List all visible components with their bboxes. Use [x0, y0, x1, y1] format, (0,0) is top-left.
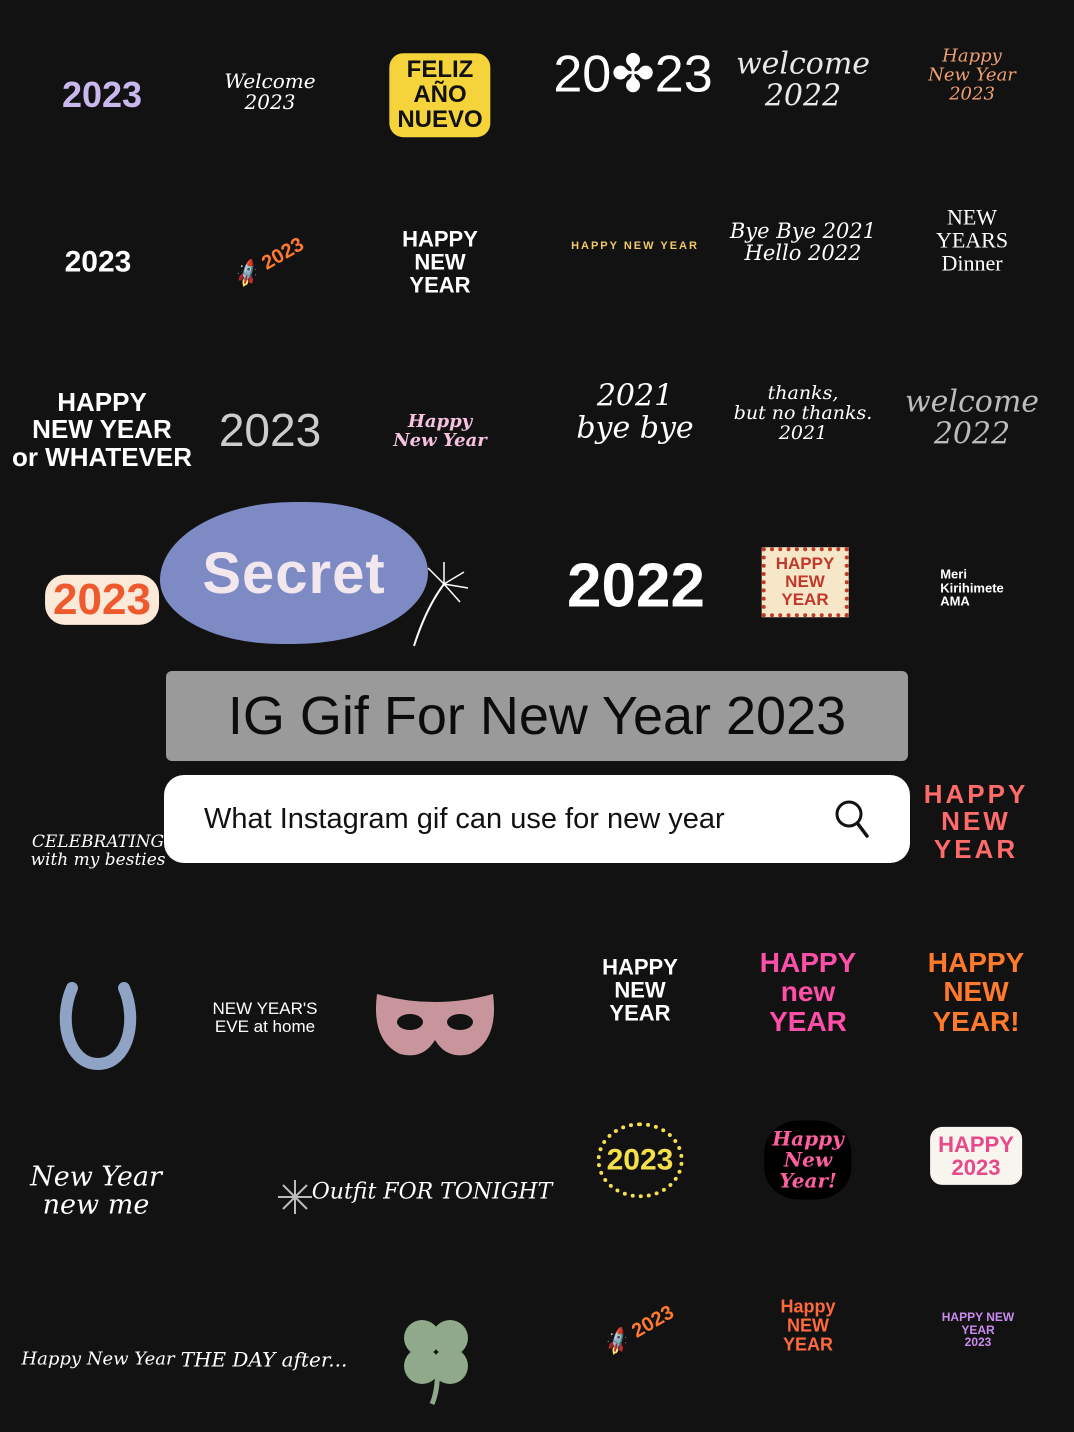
search-icon[interactable] — [834, 799, 870, 839]
clover-icon[interactable] — [396, 1316, 476, 1406]
firework-icon — [278, 1180, 312, 1214]
search-bar[interactable]: What Instagram gif can use for new year — [164, 775, 910, 863]
sticker[interactable]: 2022 — [567, 553, 705, 618]
page-title: IG Gif For New Year 2023 — [166, 671, 908, 761]
sticker[interactable]: Happy New Year 2023 — [921, 47, 1023, 105]
sticker[interactable]: HAPPY NEW YEAR — [924, 780, 1029, 863]
sticker[interactable]: HAPPY NEW YEAR — [402, 227, 478, 296]
sticker[interactable]: HAPPY NEW YEAR — [602, 955, 678, 1024]
sticker[interactable]: Happy New Year! — [764, 1120, 852, 1200]
sticker[interactable]: CELEBRATING with my besties — [30, 833, 165, 870]
sticker[interactable]: THE DAY after... — [181, 1349, 348, 1371]
secret-bubble: Secret — [160, 502, 428, 644]
sticker[interactable]: Happy New Year — [21, 1350, 174, 1370]
search-query[interactable]: What Instagram gif can use for new year — [204, 803, 834, 836]
sticker[interactable]: 2023 — [45, 574, 159, 626]
sticker[interactable]: Happy New Year — [393, 412, 487, 451]
sticker[interactable]: Outfit FOR TONIGHT — [312, 1180, 553, 1203]
sticker[interactable]: Meri Kirihimete AMA — [940, 567, 1004, 609]
sticker[interactable]: 2023 — [219, 406, 321, 455]
title-text: IG Gif For New Year 2023 — [227, 686, 847, 746]
sticker[interactable]: Happy NEW YEAR — [780, 1297, 835, 1355]
sticker[interactable]: Welcome 2023 — [224, 71, 315, 113]
sticker[interactable]: HAPPY NEW YEAR or WHATEVER — [12, 388, 192, 471]
sticker[interactable]: Bye Bye 2021 Hello 2022 — [730, 220, 876, 264]
sticker[interactable]: 2021 bye bye — [576, 380, 693, 444]
sticker[interactable]: 2023 — [62, 76, 142, 114]
sticker[interactable]: HAPPY NEW YEAR — [761, 547, 849, 617]
sticker[interactable]: New Year new me — [30, 1163, 162, 1221]
sticker[interactable]: 2023 — [65, 246, 132, 278]
horseshoe-icon[interactable] — [58, 980, 138, 1070]
sticker[interactable]: HAPPY NEW YEAR 2023 — [930, 1311, 1026, 1349]
sticker[interactable]: HAPPY 2023 — [930, 1126, 1022, 1186]
sticker[interactable]: 20✤23 — [553, 48, 712, 103]
mask-icon[interactable] — [375, 990, 495, 1060]
sticker[interactable]: FELIZ AÑO NUEVO — [389, 53, 491, 137]
sticker[interactable]: welcome 2022 — [905, 386, 1039, 450]
sticker[interactable]: HAPPY NEW YEAR! — [928, 948, 1024, 1036]
sticker[interactable]: welcome 2022 — [736, 48, 870, 112]
sticker[interactable]: HAPPY NEW YEAR — [571, 241, 699, 253]
sticker[interactable]: 2023 — [596, 1122, 684, 1198]
sticker[interactable]: 🚀 2023 — [232, 233, 308, 290]
sticker[interactable]: HAPPY new YEAR — [760, 948, 856, 1036]
sticker[interactable]: NEW YEARS Dinner — [921, 205, 1023, 274]
sticker[interactable]: 🚀 2023 — [602, 1301, 678, 1358]
sticker[interactable]: NEW YEAR'S EVE at home — [213, 1000, 318, 1036]
sticker[interactable]: thanks, but no thanks. 2021 — [734, 383, 873, 444]
secret-label: Secret — [202, 540, 386, 606]
